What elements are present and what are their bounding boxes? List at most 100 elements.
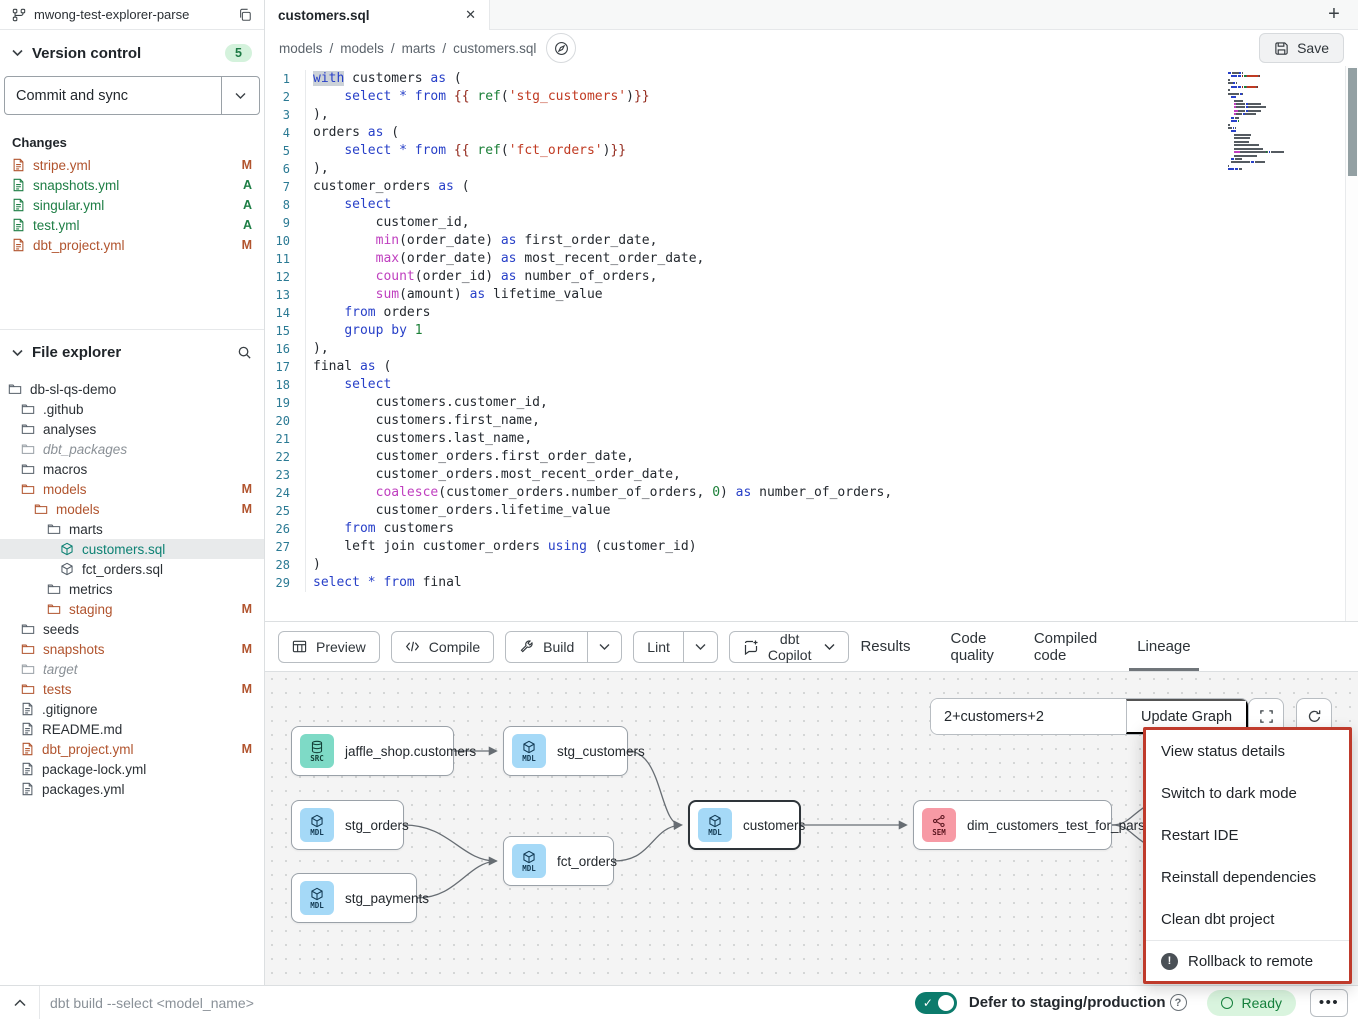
lineage-node[interactable]: MDLcustomers [688, 800, 801, 850]
lint-options-caret[interactable] [683, 632, 717, 662]
tree-item[interactable]: seeds [0, 619, 264, 639]
commit-and-sync-button[interactable]: Commit and sync [4, 76, 260, 115]
tree-item[interactable]: README.md [0, 719, 264, 739]
tab-code-quality[interactable]: Code quality [950, 622, 993, 671]
change-row[interactable]: stripe.ymlM [0, 155, 264, 175]
change-row[interactable]: snapshots.ymlA [0, 175, 264, 195]
collapse-panel-button[interactable] [0, 986, 40, 1019]
search-icon[interactable] [237, 345, 252, 360]
compile-label: Compile [429, 639, 480, 655]
copilot-options-caret[interactable] [824, 643, 835, 651]
tree-item-label: db-sl-qs-demo [30, 382, 116, 397]
defer-toggle[interactable]: ✓ [915, 992, 957, 1014]
tree-item[interactable]: snapshotsM [0, 639, 264, 659]
build-button[interactable]: Build [505, 631, 622, 663]
command-input[interactable] [40, 995, 915, 1011]
folder-icon [47, 582, 61, 596]
menu-item-restart-ide[interactable]: Restart IDE [1146, 814, 1349, 856]
code-line: 20 customers.first_name, [265, 412, 1358, 430]
code-line: 8 select [265, 196, 1358, 214]
tree-item[interactable]: packages.yml [0, 779, 264, 799]
change-row[interactable]: dbt_project.ymlM [0, 235, 264, 255]
folder-icon [21, 662, 35, 676]
line-number: 9 [265, 214, 305, 232]
menu-item-rollback-to-remote[interactable]: !Rollback to remote [1146, 941, 1349, 981]
code-line: 17final as ( [265, 358, 1358, 376]
tree-item-status: M [242, 602, 252, 616]
change-row[interactable]: singular.ymlA [0, 195, 264, 215]
tree-item[interactable]: fct_orders.sql [0, 559, 264, 579]
dbt-copilot-button[interactable]: dbt Copilot [729, 631, 850, 663]
commit-and-sync-label[interactable]: Commit and sync [5, 77, 221, 114]
tree-item-label: packages.yml [42, 782, 125, 797]
tree-item[interactable]: .gitignore [0, 699, 264, 719]
lineage-node[interactable]: MDLstg_orders [291, 800, 404, 850]
save-button[interactable]: Save [1259, 33, 1344, 63]
tab-compiled-code[interactable]: Compiled code [1034, 622, 1097, 671]
line-number: 10 [265, 232, 305, 250]
version-control-header[interactable]: Version control 5 [0, 30, 264, 72]
tree-item[interactable]: modelsM [0, 499, 264, 519]
scrollbar-thumb[interactable] [1348, 68, 1357, 176]
menu-item-switch-to-dark-mode[interactable]: Switch to dark mode [1146, 772, 1349, 814]
src-badge: SRC [300, 734, 334, 768]
breadcrumb-segment[interactable]: marts [402, 41, 436, 56]
tree-item[interactable]: marts [0, 519, 264, 539]
tree-item[interactable]: package-lock.yml [0, 759, 264, 779]
tree-item[interactable]: dbt_project.ymlM [0, 739, 264, 759]
tab-results[interactable]: Results [860, 622, 910, 671]
lineage-node[interactable]: MDLstg_customers [503, 726, 628, 776]
tree-item[interactable]: dbt_packages [0, 439, 264, 459]
tree-item-label: models [56, 502, 100, 517]
tree-item[interactable]: testsM [0, 679, 264, 699]
preview-button[interactable]: Preview [278, 631, 380, 663]
tree-item[interactable]: modelsM [0, 479, 264, 499]
lineage-node[interactable]: SRCjaffle_shop.customers [291, 726, 454, 776]
line-number: 18 [265, 376, 305, 394]
line-number: 8 [265, 196, 305, 214]
code-line: 7customer_orders as ( [265, 178, 1358, 196]
tab-customers-sql[interactable]: customers.sql ✕ [265, 0, 490, 30]
code-editor[interactable]: 1with customers as (2 select * from {{ r… [265, 66, 1358, 621]
help-icon[interactable]: ? [1170, 994, 1187, 1011]
breadcrumb-segment[interactable]: models [279, 41, 323, 56]
menu-item-clean-dbt-project[interactable]: Clean dbt project [1146, 898, 1349, 940]
close-icon[interactable]: ✕ [465, 7, 476, 23]
change-row[interactable]: test.ymlA [0, 215, 264, 235]
build-options-caret[interactable] [587, 632, 621, 662]
node-label: stg_payments [345, 891, 429, 906]
change-status: A [243, 198, 252, 212]
menu-item-reinstall-dependencies[interactable]: Reinstall dependencies [1146, 856, 1349, 898]
lineage-node[interactable]: MDLstg_payments [291, 873, 417, 923]
tree-item[interactable]: analyses [0, 419, 264, 439]
new-tab-button[interactable]: + [1310, 0, 1358, 29]
more-options-button[interactable]: ••• [1310, 989, 1348, 1017]
tree-item[interactable]: target [0, 659, 264, 679]
lineage-search-input[interactable] [931, 699, 1126, 734]
branch-icon [12, 8, 26, 22]
file-explorer-section: File explorer db-sl-qs-demo .githubanalys… [0, 329, 264, 799]
lineage-node[interactable]: MDLfct_orders [503, 836, 614, 886]
file-explorer-header[interactable]: File explorer [0, 330, 264, 371]
tree-item[interactable]: customers.sql [0, 539, 264, 559]
copy-icon[interactable] [238, 8, 252, 22]
lint-button[interactable]: Lint [633, 631, 718, 663]
lineage-node[interactable]: SEMdim_customers_test_for_parse [913, 800, 1112, 850]
code-line: 24 coalesce(customer_orders.number_of_or… [265, 484, 1358, 502]
compile-button[interactable]: Compile [391, 631, 494, 663]
breadcrumb-segment[interactable]: customers.sql [453, 41, 536, 56]
minimap[interactable] [1228, 72, 1330, 172]
open-in-explorer-button[interactable] [546, 33, 576, 63]
tree-item[interactable]: .github [0, 399, 264, 419]
breadcrumb-segment[interactable]: models [340, 41, 384, 56]
editor-scrollbar[interactable] [1345, 66, 1358, 621]
commit-options-caret[interactable] [221, 77, 259, 114]
tree-item[interactable]: stagingM [0, 599, 264, 619]
folder-icon [21, 642, 35, 656]
changes-list: stripe.ymlMsnapshots.ymlAsingular.ymlAte… [0, 155, 264, 255]
tab-lineage[interactable]: Lineage [1137, 622, 1190, 671]
tree-item[interactable]: db-sl-qs-demo [0, 379, 264, 399]
menu-item-view-status-details[interactable]: View status details [1146, 730, 1349, 772]
tree-item[interactable]: metrics [0, 579, 264, 599]
tree-item[interactable]: macros [0, 459, 264, 479]
